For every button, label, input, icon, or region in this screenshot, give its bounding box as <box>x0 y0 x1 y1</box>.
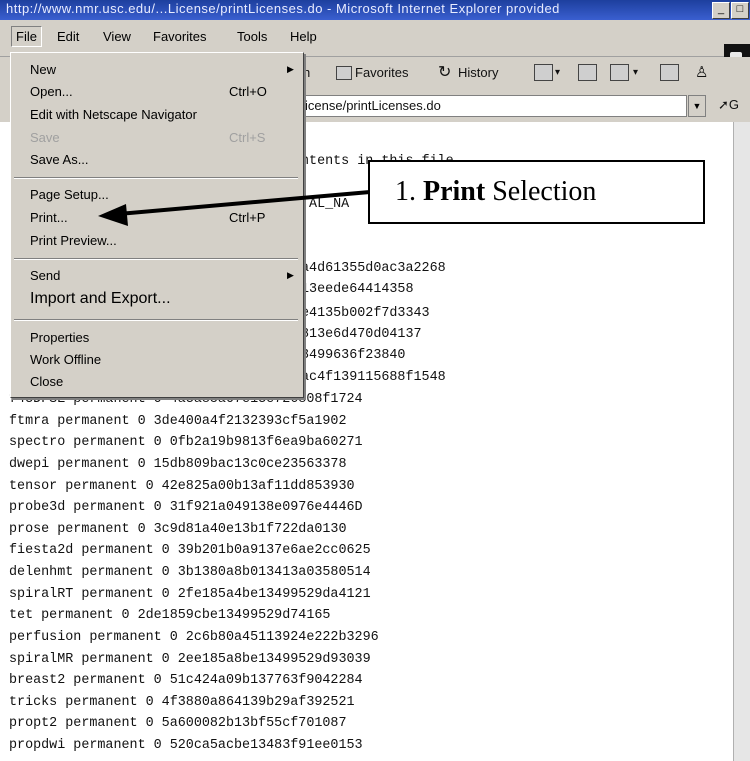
instruction-callout: 1. Print Selection <box>368 160 705 224</box>
callout-bold-text: Print <box>423 176 486 207</box>
callout-number: 1. <box>395 176 416 207</box>
callout-text: Selection <box>492 176 597 207</box>
annotation-arrow <box>98 190 371 226</box>
